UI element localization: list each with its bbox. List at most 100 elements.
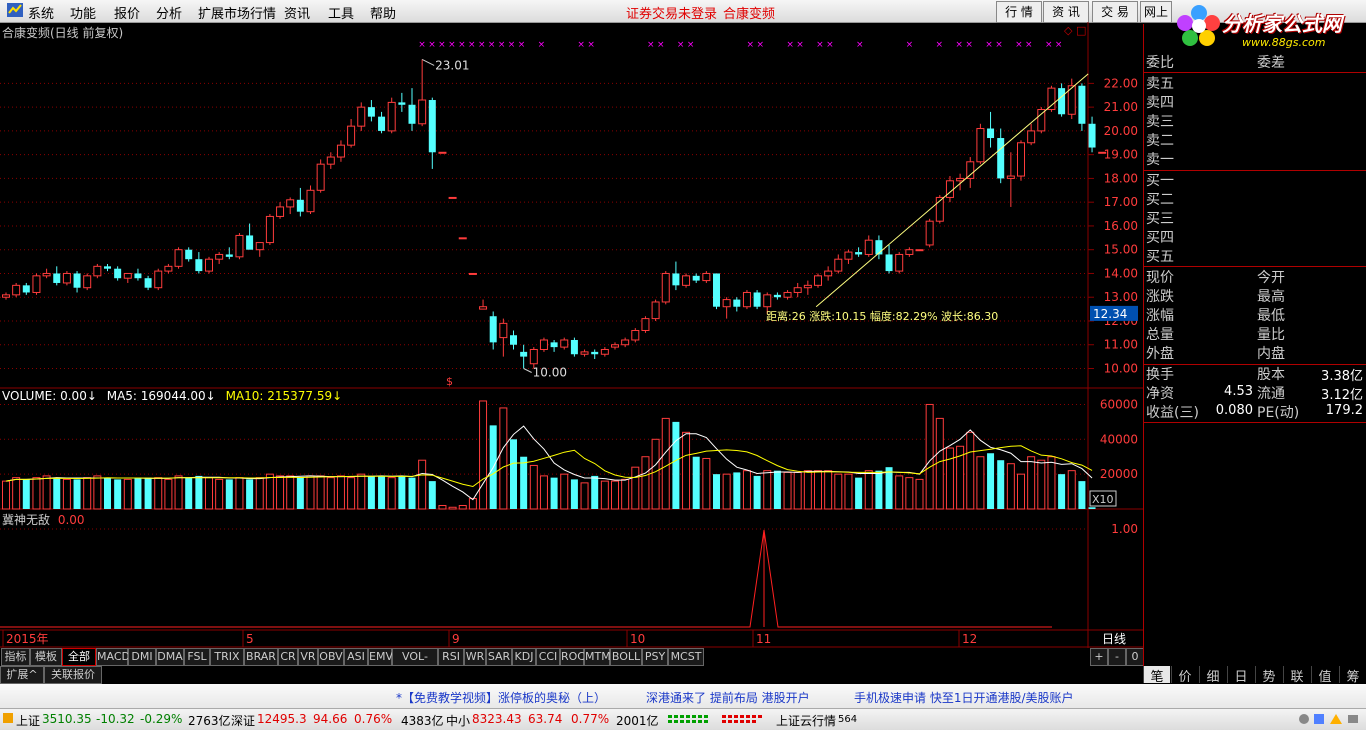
candle-body xyxy=(783,291,792,298)
ask-level-1-label: 卖一 xyxy=(1146,152,1174,168)
zoom-out-button[interactable]: - xyxy=(1108,648,1126,666)
menu-ext-market[interactable]: 扩展市场行情 xyxy=(198,3,276,22)
status-bar: 上证 3510.35 -10.32 -0.29% 2763亿 深证 12495.… xyxy=(0,708,1366,730)
menu-help[interactable]: 帮助 xyxy=(370,3,396,22)
panel-tab-2[interactable]: 细 xyxy=(1199,666,1226,685)
menu-news[interactable]: 资讯 xyxy=(284,3,310,22)
volume-bar xyxy=(987,453,995,509)
related-quote-button[interactable]: 关联报价 xyxy=(44,666,102,684)
panel-tab-4[interactable]: 势 xyxy=(1255,666,1282,685)
indicator-tab-emv[interactable]: EMV xyxy=(368,648,393,666)
panel-tab-6[interactable]: 值 xyxy=(1311,666,1338,685)
indicator-tab-wr[interactable]: WR xyxy=(464,648,486,666)
indicator-value: 0.00 xyxy=(57,513,85,527)
volume-label: VOLUME: 0.00 xyxy=(2,389,87,403)
menu-tools[interactable]: 工具 xyxy=(328,3,354,22)
news-item-3[interactable]: 手机极速申请 快至1日开通港股/美股账户 xyxy=(854,689,1074,706)
server-label[interactable]: 上证云行情 xyxy=(776,712,836,729)
status-icon[interactable] xyxy=(2,712,14,727)
volume-bar xyxy=(316,475,325,510)
candle-body xyxy=(1088,123,1096,148)
indicator-tab-macd[interactable]: MACD xyxy=(96,648,130,666)
expand-button[interactable]: 扩展^ xyxy=(0,666,44,684)
candle-body xyxy=(834,258,843,272)
candle-body xyxy=(570,339,578,355)
fundamental-row-1-label-2: 流通 xyxy=(1257,386,1285,402)
zoom-in-button[interactable]: + xyxy=(1090,648,1108,666)
indicator-tab-voltdx[interactable]: VOL-TDX xyxy=(392,648,438,679)
ask-level-5-label: 卖五 xyxy=(1146,76,1174,92)
tab-all[interactable]: 全部 xyxy=(62,648,96,666)
candle-body xyxy=(722,299,731,308)
indicator-tab-mtm[interactable]: MTM xyxy=(584,648,611,666)
ma5-label: MA5: 169044.00 xyxy=(106,389,206,403)
news-item-1[interactable]: *【免费教学视频】涨停板的奥秘（上） xyxy=(396,689,606,706)
signal-marker: × xyxy=(1055,40,1063,50)
volume-tick-label: 20000 xyxy=(1100,467,1138,481)
sh-percent: -0.29% xyxy=(140,712,183,726)
menu-system[interactable]: 系统 xyxy=(28,3,54,22)
tab-online-button[interactable]: 网上 xyxy=(1140,1,1172,23)
panel-tab-5[interactable]: 联 xyxy=(1283,666,1310,685)
candle-body xyxy=(62,272,71,284)
volume-bar xyxy=(235,477,244,510)
price-tick-label: 17.00 xyxy=(1104,195,1138,209)
trend-measure-label: 距离:26 涨跌:10.15 幅度:82.29% 波长:86.30 xyxy=(766,309,998,323)
signal-marker: × xyxy=(995,40,1003,50)
indicator-tab-dmi[interactable]: DMI xyxy=(128,648,156,666)
signal-marker: × xyxy=(906,40,914,50)
zoom-reset-button[interactable]: 0 xyxy=(1126,648,1144,666)
kline-chart[interactable]: 22.00 21.00 20.00 19.00 18.00 17.00 16.00 15.00… xyxy=(0,22,1143,648)
menu-analysis[interactable]: 分析 xyxy=(156,3,182,22)
panel-tab-7[interactable]: 筹 xyxy=(1339,666,1366,685)
tab-news-button[interactable]: 资 讯 xyxy=(1043,1,1089,23)
volume-bar xyxy=(763,470,772,510)
indicator-tab-cci[interactable]: CCI xyxy=(536,648,560,666)
tray-icons[interactable] xyxy=(1298,712,1362,729)
indicator-tab-sar[interactable]: SAR xyxy=(486,648,512,666)
stat-row-3-label: 总量 xyxy=(1146,327,1174,343)
indicator-tab-trix[interactable]: TRIX xyxy=(210,648,244,666)
indicator-tab-dma[interactable]: DMA xyxy=(156,648,184,666)
indicator-tab-psy[interactable]: PSY xyxy=(642,648,668,666)
tab-quote-button[interactable]: 行 情 xyxy=(996,1,1042,23)
tab-template[interactable]: 模板 xyxy=(30,648,62,666)
stock-name-link[interactable]: 合康变频 xyxy=(723,3,775,22)
signal-marker: × xyxy=(428,40,436,50)
panel-tab-0[interactable]: 笔 xyxy=(1143,666,1170,685)
candle-body xyxy=(83,275,92,289)
app-icon[interactable] xyxy=(6,1,24,23)
menu-function[interactable]: 功能 xyxy=(70,3,96,22)
zoom-controls: + - 0 xyxy=(1090,648,1144,666)
tab-trade-button[interactable]: 交 易 xyxy=(1092,1,1138,23)
indicator-tab-cr[interactable]: CR xyxy=(278,648,298,666)
sz-price: 12495.3 xyxy=(257,712,307,726)
bid-level-2-label: 买二 xyxy=(1146,192,1174,208)
candle-body xyxy=(32,275,41,293)
stat-row-2: 涨幅 最低 xyxy=(1144,305,1366,324)
news-item-2[interactable]: 深港通来了 提前布局 港股开户 xyxy=(646,689,810,706)
indicator-tab-rsi[interactable]: RSI xyxy=(438,648,464,666)
high-pointer xyxy=(421,58,435,66)
indicator-tab-kdj[interactable]: KDJ xyxy=(512,648,536,666)
signal-marker: × xyxy=(508,40,516,50)
login-notice[interactable]: 证券交易未登录 xyxy=(626,3,717,22)
indicator-tab-vr[interactable]: VR xyxy=(298,648,318,666)
indicator-tab-boll[interactable]: BOLL xyxy=(610,648,642,666)
indicator-tab-mcst[interactable]: MCST xyxy=(668,648,704,666)
indicator-tab-brar[interactable]: BRAR xyxy=(244,648,278,666)
panel-tab-3[interactable]: 日 xyxy=(1227,666,1254,685)
volume-bar xyxy=(773,470,781,509)
volume-bar xyxy=(12,477,21,510)
volume-bar xyxy=(875,470,883,509)
indicator-tab-obv[interactable]: OBV xyxy=(318,648,344,666)
indicator-tab-fsl[interactable]: FSL xyxy=(184,648,210,666)
indicator-tab-roc[interactable]: ROC xyxy=(560,648,585,666)
candle-body xyxy=(104,266,111,269)
tab-indicator[interactable]: 指标 xyxy=(1,648,30,666)
volume-bar xyxy=(104,477,111,509)
panel-tab-1[interactable]: 价 xyxy=(1171,666,1198,685)
candle-body xyxy=(458,237,467,240)
menu-quote[interactable]: 报价 xyxy=(114,3,140,22)
indicator-tab-asi[interactable]: ASI xyxy=(344,648,368,666)
